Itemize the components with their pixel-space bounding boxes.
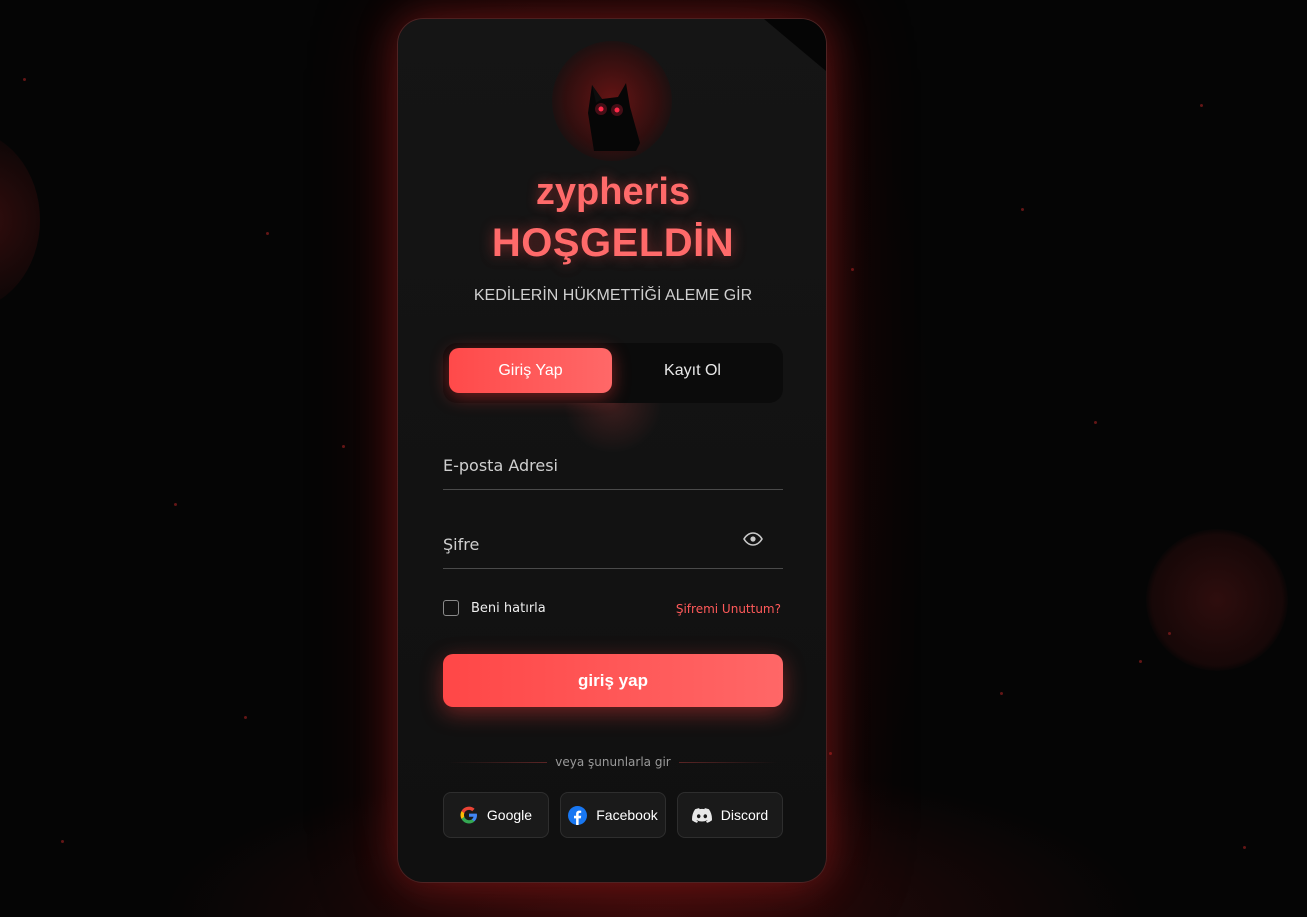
discord-icon xyxy=(691,807,712,823)
cat-icon xyxy=(588,83,640,151)
eye-icon[interactable] xyxy=(743,532,763,546)
particle xyxy=(244,716,247,719)
divider-text: veya şununlarla gir xyxy=(555,755,671,769)
login-card: zypheris HOŞGELDİN KEDİLERİN HÜKMETTİĞİ … xyxy=(397,18,827,883)
particle xyxy=(174,503,177,506)
facebook-login-button[interactable]: Facebook xyxy=(560,792,666,838)
particle xyxy=(23,78,26,81)
discord-label: Discord xyxy=(720,807,769,823)
google-label: Google xyxy=(486,807,533,823)
avatar xyxy=(552,41,672,161)
divider-line-left xyxy=(448,761,548,763)
particle xyxy=(1139,660,1142,663)
google-login-button[interactable]: Google xyxy=(443,792,549,838)
login-button[interactable]: giriş yap xyxy=(443,654,783,707)
particle xyxy=(1243,846,1246,849)
social-divider: veya şununlarla gir xyxy=(448,754,778,770)
page-subtitle: KEDİLERİN HÜKMETTİĞİ ALEME GİR xyxy=(473,287,753,304)
brand-name: zypheris xyxy=(535,171,691,213)
password-field[interactable] xyxy=(443,524,743,564)
forgot-password-link[interactable]: Şifremi Unuttum? xyxy=(676,602,781,616)
particle xyxy=(1168,632,1171,635)
background-orb-left xyxy=(0,130,40,310)
facebook-label: Facebook xyxy=(596,807,658,823)
particle xyxy=(266,232,269,235)
page-background: zypheris HOŞGELDİN KEDİLERİN HÜKMETTİĞİ … xyxy=(0,0,1307,917)
particle xyxy=(342,445,345,448)
email-field-wrapper xyxy=(443,445,783,490)
remember-me: Beni hatırla xyxy=(443,600,546,616)
email-field[interactable] xyxy=(443,445,743,485)
divider-line-right xyxy=(678,761,778,763)
particle xyxy=(1021,208,1024,211)
discord-login-button[interactable]: Discord xyxy=(677,792,783,838)
particle xyxy=(829,752,832,755)
particle xyxy=(851,268,854,271)
particle xyxy=(1200,104,1203,107)
particle xyxy=(1094,421,1097,424)
google-icon xyxy=(460,806,477,824)
particle xyxy=(1000,692,1003,695)
password-field-wrapper xyxy=(443,524,783,569)
auth-tabs: Giriş Yap Kayıt Ol xyxy=(443,343,783,403)
tab-login[interactable]: Giriş Yap xyxy=(449,348,612,393)
facebook-icon xyxy=(568,805,588,825)
background-orb-right xyxy=(1146,529,1288,671)
page-title: HOŞGELDİN xyxy=(491,221,735,265)
particle xyxy=(61,840,64,843)
tab-register[interactable]: Kayıt Ol xyxy=(611,348,774,393)
remember-checkbox[interactable] xyxy=(443,600,459,616)
card-corner-fold xyxy=(764,19,826,71)
remember-label: Beni hatırla xyxy=(471,600,546,616)
